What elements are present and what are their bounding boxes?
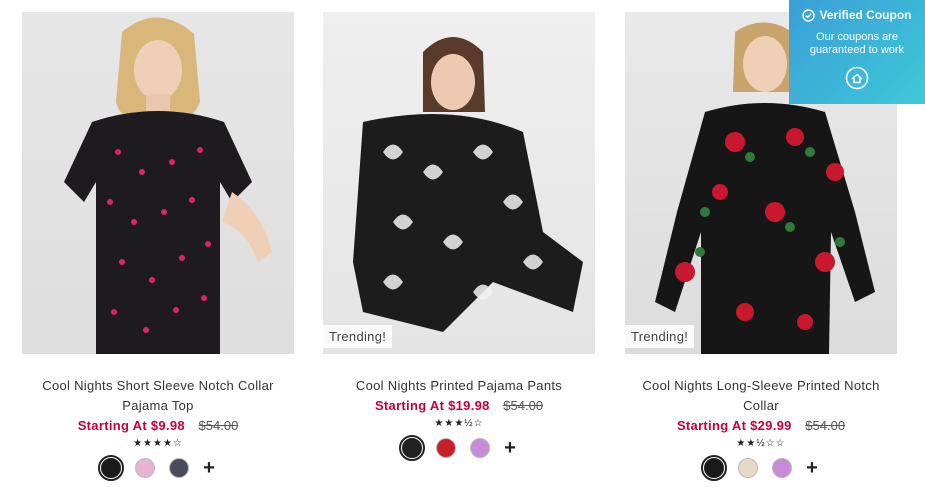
swatch-pink-print[interactable] (135, 458, 156, 478)
product-title[interactable]: Cool Nights Printed Pajama Pants (323, 376, 595, 396)
model-photo (353, 37, 583, 332)
sale-price: Starting At $9.98 (77, 418, 185, 433)
price-row: Starting At $29.99 $54.00 (625, 416, 897, 436)
product-card-1[interactable]: Cool Nights Short Sleeve Notch Collar Pa… (22, 12, 294, 481)
trending-tag: Trending! (625, 325, 695, 348)
coupon-logo-icon (845, 66, 869, 90)
more-colors-button[interactable]: + (504, 438, 516, 458)
model-photo (64, 17, 272, 354)
star-rating: ★★★½☆ (434, 418, 484, 429)
swatch-black-floral[interactable] (701, 455, 728, 481)
swatch-black-print[interactable] (399, 435, 426, 461)
star-rating: ★★★★☆ (133, 438, 183, 449)
badge-heading-row: Verified Coupon (789, 8, 925, 22)
badge-heading: Verified Coupon (819, 8, 912, 22)
more-colors-button[interactable]: + (203, 458, 215, 478)
swatch-leopard[interactable] (738, 458, 759, 478)
product-image[interactable] (22, 12, 294, 354)
price-row: Starting At $9.98 $54.00 (22, 416, 294, 436)
sale-price: Starting At $29.99 (676, 418, 792, 433)
color-swatches: + (323, 435, 595, 461)
sale-price: Starting At $19.98 (374, 398, 490, 413)
swatch-black-hearts[interactable] (98, 455, 125, 481)
product-card-2[interactable]: Trending! Cool Nights Printed Pajama Pan… (323, 12, 595, 461)
star-rating: ★★½☆☆ (736, 438, 786, 449)
product-title[interactable]: Cool Nights Long-Sleeve Printed Notch Co… (625, 376, 897, 416)
verified-coupon-badge[interactable]: Verified Coupon Our coupons are guarante… (789, 0, 925, 104)
swatch-navy[interactable] (169, 458, 190, 478)
original-price: $54.00 (198, 418, 239, 433)
color-swatches: + (625, 455, 897, 481)
more-colors-button[interactable]: + (806, 458, 818, 478)
product-title[interactable]: Cool Nights Short Sleeve Notch Collar Pa… (22, 376, 294, 416)
swatch-lilac-print[interactable] (470, 438, 491, 458)
swatch-lilac-print[interactable] (772, 458, 793, 478)
badge-body: Our coupons are guaranteed to work (809, 31, 905, 56)
check-circle-icon (802, 8, 816, 22)
product-image[interactable]: Trending! (323, 12, 595, 354)
color-swatches: + (22, 455, 294, 481)
swatch-red-stripe[interactable] (436, 438, 457, 458)
trending-tag: Trending! (323, 325, 393, 348)
original-price: $54.00 (503, 398, 544, 413)
price-row: Starting At $19.98 $54.00 (323, 396, 595, 416)
original-price: $54.00 (805, 418, 846, 433)
